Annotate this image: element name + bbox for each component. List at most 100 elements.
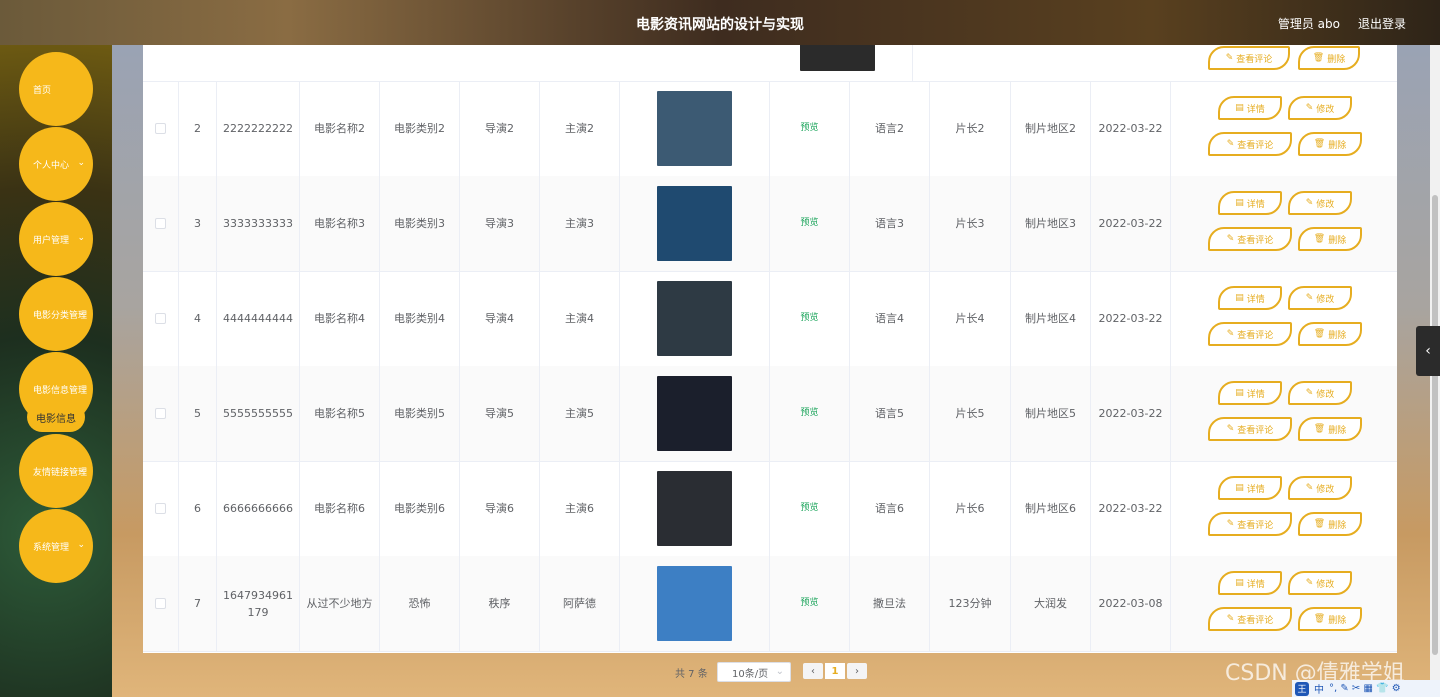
chevron-down-icon: ⌄ [77,233,85,243]
edit-icon: ✎ [1226,329,1235,339]
sidebar: 首页 个人中心 ⌄ 用户管理 ⌄ 电影分类管理 ⌄ 电影信息管理 电影信息 友情链接管… [0,45,112,697]
edit-button[interactable]: ✎ 修改 [1288,286,1352,310]
delete-button[interactable]: 🗑 删除 [1298,227,1362,251]
cell-idx: 6 [179,461,217,556]
view-comments-button[interactable]: ✎ 查看评论 [1208,417,1292,441]
preview-link[interactable]: 预览 [800,310,818,327]
view-comments-button[interactable]: ✎ 查看评论 [1208,512,1292,536]
pagination-controls: ‹ 1 › [803,663,867,683]
delete-button[interactable]: 🗑 删除 [1298,322,1362,346]
delete-button[interactable]: 🗑 删除 [1298,46,1360,70]
sidebar-item-movie-category[interactable]: 电影分类管理 ⌄ [19,277,93,351]
detail-button[interactable]: ▤ 详情 [1218,571,1282,595]
ime-language[interactable]: 中 [1314,681,1324,696]
edit-icon: ✎ [1305,578,1314,588]
view-comments-button[interactable]: ✎ 查看评论 [1208,46,1290,70]
edit-icon: ✎ [1305,483,1314,493]
cell-idx: 2 [179,81,217,176]
row-checkbox[interactable] [155,503,166,514]
view-comments-button[interactable]: ✎ 查看评论 [1208,607,1292,631]
cell-director: 导演3 [460,176,540,271]
page-size-select[interactable]: 10条/页 ⌄ [717,662,791,682]
scrollbar-thumb[interactable] [1432,195,1438,655]
movie-poster[interactable] [657,186,732,261]
movie-poster[interactable] [800,45,875,71]
detail-button[interactable]: ▤ 详情 [1218,476,1282,500]
preview-link[interactable]: 预览 [800,500,818,517]
detail-button[interactable]: ▤ 详情 [1218,96,1282,120]
row-checkbox[interactable] [155,313,166,324]
preview-link[interactable]: 预览 [800,595,818,612]
edit-icon: ✎ [1226,519,1235,529]
row-checkbox[interactable] [155,218,166,229]
cell-length: 片长4 [930,271,1011,366]
table-row: 3 3333333333 电影名称3 电影类别3 导演3 主演3 预览 语言3 片长3 制片地区3… [143,176,1397,272]
view-comments-button[interactable]: ✎ 查看评论 [1208,322,1292,346]
preview-link[interactable]: 预览 [800,120,818,137]
detail-button[interactable]: ▤ 详情 [1218,286,1282,310]
row-checkbox[interactable] [155,123,166,134]
delete-button-label: 删除 [1328,615,1347,626]
view-comments-button[interactable]: ✎ 查看评论 [1208,227,1292,251]
sidebar-subitem-movie-info[interactable]: 电影信息 [27,402,85,432]
logout-link[interactable]: 退出登录 [1358,15,1406,32]
preview-link[interactable]: 预览 [800,405,818,422]
sidebar-item-friend-links[interactable]: 友情链接管理 ⌄ [19,434,93,508]
document-icon: ▤ [1235,293,1244,303]
edit-button[interactable]: ✎ 修改 [1288,571,1352,595]
prev-page-button[interactable]: ‹ [803,663,823,679]
cell-language: 语言3 [850,176,930,271]
delete-button[interactable]: 🗑 删除 [1298,132,1362,156]
cell-region: 大润发 [1011,556,1091,651]
sidebar-item-label: 个人中心 [33,160,70,171]
document-icon: ▤ [1235,103,1244,113]
sidebar-item-system[interactable]: 系统管理 ⌄ [19,509,93,583]
edit-button[interactable]: ✎ 修改 [1288,381,1352,405]
delete-button[interactable]: 🗑 删除 [1298,607,1362,631]
sidebar-item-user-management[interactable]: 用户管理 ⌄ [19,202,93,276]
detail-button[interactable]: ▤ 详情 [1218,381,1282,405]
chevron-down-icon: ⌄ [77,465,85,475]
preview-link[interactable]: 预览 [800,215,818,232]
delete-button-label: 删除 [1328,520,1347,531]
sidebar-item-label: 系统管理 [33,542,70,553]
current-page[interactable]: 1 [825,663,845,679]
cell-date: 2022-03-22 [1091,176,1171,271]
ime-logo-icon[interactable]: 王 [1295,681,1309,696]
cell-id: 2222222222 [217,81,300,176]
view-comments-button[interactable]: ✎ 查看评论 [1208,132,1292,156]
ime-toolbar-icons[interactable]: °, ✎ ✂ ▦ 👕 ⚙ [1329,683,1401,694]
edit-icon: ✎ [1225,53,1234,63]
delete-button-label: 删除 [1328,425,1347,436]
table-row: 6 6666666666 电影名称6 电影类别6 导演6 主演6 预览 语言6 片长6 制片地区6… [143,461,1397,557]
movie-poster[interactable] [657,471,732,546]
view-comments-button-label: 查看评论 [1237,615,1274,626]
movie-poster[interactable] [657,566,732,641]
cell-actor: 阿萨德 [540,556,620,651]
row-checkbox[interactable] [155,598,166,609]
sidebar-item-home[interactable]: 首页 [19,52,93,126]
chevron-down-icon: ⌄ [775,666,784,677]
next-page-button[interactable]: › [847,663,867,679]
movie-poster[interactable] [657,376,732,451]
movie-poster[interactable] [657,281,732,356]
edit-button[interactable]: ✎ 修改 [1288,476,1352,500]
edit-icon: ✎ [1226,139,1235,149]
edit-button[interactable]: ✎ 修改 [1288,96,1352,120]
edit-icon: ✎ [1305,198,1314,208]
movie-poster[interactable] [657,91,732,166]
sidebar-item-personal-center[interactable]: 个人中心 ⌄ [19,127,93,201]
cell-length: 片长5 [930,366,1011,461]
collapse-panel-button[interactable]: ‹ [1416,326,1440,376]
chevron-down-icon: ⌄ [77,308,85,318]
delete-button[interactable]: 🗑 删除 [1298,417,1362,441]
delete-button[interactable]: 🗑 删除 [1298,512,1362,536]
cell-id: 3333333333 [217,176,300,271]
detail-button[interactable]: ▤ 详情 [1218,191,1282,215]
table-row: 7 1647934961 179 从过不少地方 恐怖 秩序 阿萨德 预览 撒旦法 123分钟 大润… [143,556,1397,652]
row-checkbox[interactable] [155,408,166,419]
cell-id: 6666666666 [217,461,300,556]
edit-button[interactable]: ✎ 修改 [1288,191,1352,215]
cell-date: 2022-03-22 [1091,81,1171,176]
system-tray: 王 中 °, ✎ ✂ ▦ 👕 ⚙ [1292,680,1440,697]
